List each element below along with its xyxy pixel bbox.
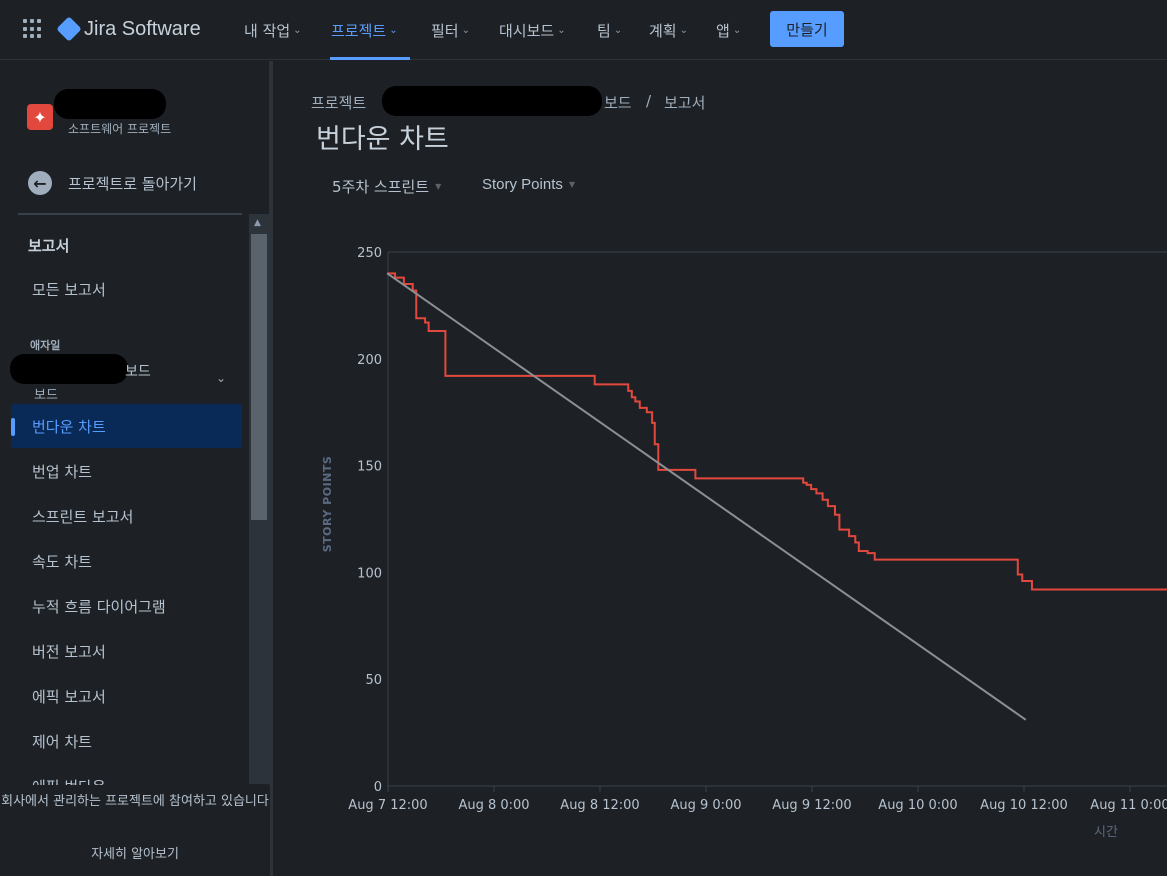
- agile-heading: 애자일: [30, 339, 61, 352]
- sidebar-item-version-report[interactable]: 버전 보고서: [11, 629, 242, 673]
- sprint-selector[interactable]: 5주차 스프린트 ▼: [332, 176, 441, 197]
- x-tick-label: Aug 10 12:00: [980, 798, 1068, 813]
- redacted-project-name: [54, 89, 166, 119]
- sidebar-item-cumulative-flow[interactable]: 누적 흐름 다이어그램: [11, 584, 242, 628]
- chevron-down-icon: ⌄: [732, 24, 742, 36]
- sidebar-item-control-chart[interactable]: 제어 차트: [11, 719, 242, 763]
- chevron-down-icon: ⌄: [557, 24, 566, 36]
- estimate-selector[interactable]: Story Points ▼: [482, 176, 575, 193]
- remaining-values-line: [387, 272, 1167, 591]
- chevron-down-icon[interactable]: ⌄: [216, 371, 226, 385]
- product-name: Jira Software: [84, 17, 201, 40]
- sidebar-item-sprint-report[interactable]: 스프린트 보고서: [11, 494, 242, 538]
- sidebar-item-velocity[interactable]: 속도 차트: [11, 539, 242, 583]
- sidebar-footer: 회사에서 관리하는 프로젝트에 참여하고 있습니다 자세히 알아보기: [0, 785, 270, 876]
- project-avatar-icon[interactable]: ✦: [27, 104, 53, 130]
- sidebar-divider: [18, 213, 242, 215]
- nav-filters[interactable]: 필터 ⌄: [431, 18, 470, 42]
- redacted-board-name: [10, 354, 128, 384]
- chevron-down-icon: ⌄: [613, 24, 623, 36]
- chevron-down-icon: ⌄: [389, 24, 398, 36]
- breadcrumb-reports[interactable]: 보고서: [664, 92, 705, 113]
- x-tick-label: Aug 8 12:00: [560, 798, 639, 813]
- sidebar-item-burndown[interactable]: 번다운 차트: [11, 404, 242, 448]
- caret-down-icon: ▼: [568, 180, 576, 189]
- x-tick-label: Aug 7 12:00: [348, 798, 427, 813]
- reports-heading: 보고서: [28, 237, 70, 255]
- y-tick-label: 0: [374, 780, 382, 795]
- sidebar-scrollbar[interactable]: ▲: [249, 214, 269, 784]
- sidebar-resize-handle[interactable]: [270, 61, 273, 876]
- back-to-project-link[interactable]: ← 프로젝트로 돌아가기: [28, 171, 197, 195]
- sidebar-item-epic-report[interactable]: 에픽 보고서: [11, 674, 242, 718]
- nav-my-work[interactable]: 내 작업 ⌄: [244, 18, 302, 42]
- nav-plans[interactable]: 계획 ⌄: [649, 18, 688, 42]
- scrollbar-thumb[interactable]: [251, 234, 267, 520]
- y-tick-label: 200: [357, 353, 382, 368]
- board-name[interactable]: 보드: [125, 361, 151, 381]
- breadcrumb-projects[interactable]: 프로젝트: [311, 92, 366, 113]
- managed-project-message: 회사에서 관리하는 프로젝트에 참여하고 있습니다: [1, 794, 269, 809]
- scroll-up-icon[interactable]: ▲: [254, 218, 261, 228]
- y-tick-label: 150: [357, 460, 382, 475]
- app-switcher-icon[interactable]: [23, 19, 43, 39]
- chevron-down-icon: ⌄: [293, 24, 302, 36]
- project-type: 소프트웨어 프로젝트: [68, 122, 172, 136]
- create-button[interactable]: 만들기: [770, 11, 844, 47]
- nav-projects[interactable]: 프로젝트 ⌄: [331, 18, 398, 42]
- active-nav-indicator: [330, 57, 410, 60]
- x-tick-label: Aug 10 0:00: [878, 798, 957, 813]
- learn-more-link[interactable]: 자세히 알아보기: [0, 843, 270, 862]
- top-nav: Jira Software 내 작업 ⌄ 프로젝트 ⌄ 필터 ⌄ 대시보드 ⌄ 팀 ⌄ 계…: [0, 0, 1167, 60]
- nav-dashboards[interactable]: 대시보드 ⌄: [499, 18, 566, 42]
- sidebar-item-all-reports[interactable]: 모든 보고서: [11, 267, 242, 311]
- nav-teams[interactable]: 팀 ⌄: [597, 18, 622, 42]
- jira-diamond-icon: [56, 16, 82, 42]
- redacted-breadcrumb-project: [382, 86, 602, 116]
- y-axis-label: STORY POINTS: [321, 456, 334, 553]
- chevron-down-icon: ⌄: [461, 24, 470, 36]
- y-tick-label: 250: [357, 246, 382, 261]
- sidebar: ✦ 소프트웨어 프로젝트 ← 프로젝트로 돌아가기 보고서 모든 보고서 애자일…: [0, 61, 270, 876]
- x-tick-label: Aug 9 12:00: [772, 798, 851, 813]
- chevron-down-icon: ⌄: [679, 24, 688, 36]
- breadcrumb-board[interactable]: 보드: [604, 92, 632, 113]
- breadcrumb-separator: /: [646, 92, 652, 110]
- y-tick-label: 100: [357, 566, 382, 581]
- x-axis-label: 시간: [1094, 825, 1118, 840]
- x-tick-label: Aug 11 0:00: [1090, 798, 1167, 813]
- sidebar-item-burnup[interactable]: 번업 차트: [11, 449, 242, 493]
- page-title: 번다운 차트: [316, 124, 449, 155]
- caret-down-icon: ▼: [435, 182, 442, 191]
- y-tick-label: 50: [365, 673, 382, 688]
- arrow-left-icon: ←: [28, 171, 52, 195]
- x-tick-label: Aug 9 0:00: [670, 798, 741, 813]
- guideline-line: [386, 272, 1027, 721]
- board-subtitle: 보드: [34, 388, 58, 403]
- jira-logo[interactable]: Jira Software: [56, 16, 201, 42]
- nav-apps[interactable]: 앱 ⌄: [716, 18, 741, 42]
- x-tick-label: Aug 8 0:00: [458, 798, 529, 813]
- back-label: 프로젝트로 돌아가기: [68, 174, 197, 193]
